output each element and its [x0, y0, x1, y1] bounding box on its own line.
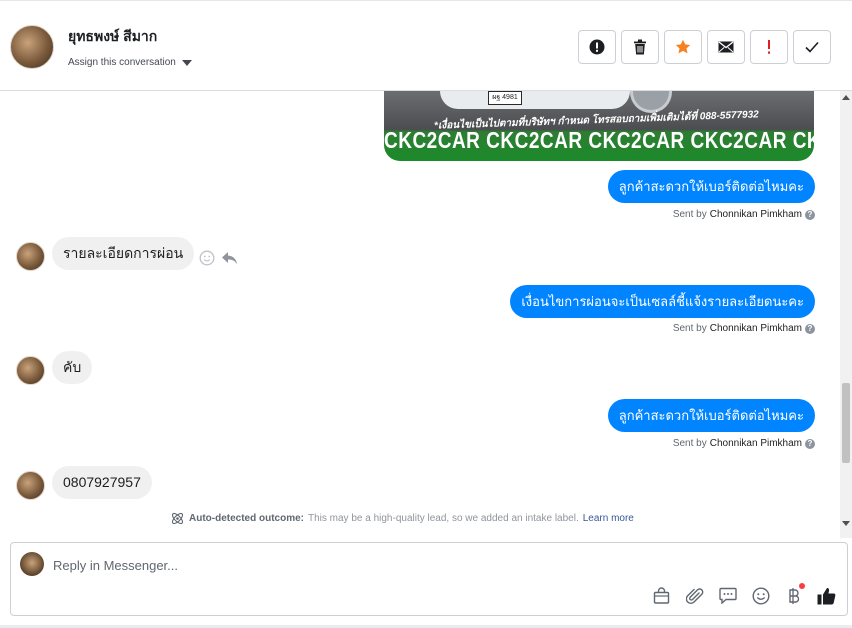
mark-unread-button[interactable]: [707, 30, 745, 64]
mark-done-button[interactable]: [793, 30, 831, 64]
follow-up-button[interactable]: [750, 30, 788, 64]
assign-conversation-dropdown[interactable]: Assign this conversation: [68, 57, 192, 68]
image-attachment[interactable]: ผฐ 4981 *เงื่อนไขเป็นไปตามที่บริษัทฯ กำห…: [384, 91, 814, 161]
trash-icon: [634, 39, 646, 55]
contact-name[interactable]: ยุทธพงษ์ สีมาก: [68, 26, 157, 48]
assign-conversation-label: Assign this conversation: [68, 57, 176, 68]
conversation-toolbar: [578, 30, 831, 64]
sender-avatar[interactable]: [16, 356, 45, 385]
incoming-message[interactable]: รายละเอียดการผ่อน: [52, 237, 195, 270]
envelope-icon: [718, 41, 734, 53]
exclamation-icon: [768, 40, 770, 54]
message-thread[interactable]: ผฐ 4981 *เงื่อนไขเป็นไปตามที่บริษัทฯ กำห…: [0, 91, 852, 538]
exclamation-circle-icon: [589, 39, 605, 55]
notice-text: This may be a high-quality lead, so we a…: [308, 513, 579, 524]
attachment-banner: CKC2CAR CKC2CAR CKC2CAR CKC2CAR CKC2: [384, 128, 814, 154]
paperclip-icon[interactable]: [684, 585, 705, 606]
sent-by-line: Sent by Chonnikan Pimkham ?: [673, 438, 815, 449]
reply-arrow-icon[interactable]: [221, 251, 238, 266]
incoming-message[interactable]: 0807927957: [52, 466, 152, 499]
react-emoji-icon[interactable]: [199, 250, 215, 266]
conversation-header: ยุทธพงษ์ สีมาก Assign this conversation: [0, 0, 852, 91]
outgoing-message[interactable]: ลูกค้าสะดวกให้เบอร์ติดต่อไหมคะ: [607, 170, 815, 203]
learn-more-link[interactable]: Learn more: [583, 513, 634, 524]
sender-name[interactable]: Chonnikan Pimkham: [710, 438, 802, 449]
shopping-bag-icon[interactable]: [651, 585, 672, 606]
reply-composer: [10, 542, 848, 616]
attachment-license-plate: ผฐ 4981: [488, 91, 522, 105]
scroll-up-arrow-icon[interactable]: [842, 95, 850, 100]
scroll-down-arrow-icon[interactable]: [842, 521, 850, 526]
atom-icon: [171, 512, 184, 525]
sender-name[interactable]: Chonnikan Pimkham: [710, 323, 802, 334]
message-actions: [199, 250, 238, 266]
notification-dot: [799, 583, 805, 589]
incoming-message[interactable]: คับ: [52, 351, 93, 384]
report-spam-button[interactable]: [578, 30, 616, 64]
composer-toolbar: [651, 583, 837, 606]
sent-by-prefix: Sent by: [672, 209, 707, 220]
baht-payment-icon[interactable]: [783, 583, 805, 606]
sent-by-prefix: Sent by: [672, 323, 707, 334]
outgoing-message[interactable]: เงื่อนไขการผ่อนจะเป็นเซลล์ชี้แจ้งรายละเอ…: [510, 285, 815, 318]
scroll-thumb[interactable]: [842, 383, 850, 463]
message-scrollbar[interactable]: [840, 91, 852, 538]
sender-avatar[interactable]: [16, 471, 45, 500]
reply-input[interactable]: [53, 552, 813, 578]
sent-by-line: Sent by Chonnikan Pimkham ?: [673, 323, 815, 334]
sender-name[interactable]: Chonnikan Pimkham: [710, 209, 802, 220]
caret-down-icon: [181, 59, 192, 66]
checkmark-icon: [805, 41, 819, 53]
star-button[interactable]: [664, 30, 702, 64]
sent-by-line: Sent by Chonnikan Pimkham ?: [673, 209, 815, 220]
outgoing-message[interactable]: ลูกค้าสะดวกให้เบอร์ติดต่อไหมคะ: [607, 399, 815, 432]
star-icon: [675, 39, 691, 54]
saved-reply-icon[interactable]: [717, 585, 738, 606]
auto-detected-outcome-notice: Auto-detected outcome: This may be a hig…: [170, 511, 634, 526]
sent-by-prefix: Sent by: [672, 438, 707, 449]
delete-button[interactable]: [621, 30, 659, 64]
help-icon[interactable]: ?: [805, 323, 815, 334]
thumbs-up-icon[interactable]: [816, 585, 837, 606]
page-avatar: [20, 552, 44, 576]
attachment-car-body: [440, 91, 630, 109]
help-icon[interactable]: ?: [805, 209, 815, 220]
contact-avatar[interactable]: [10, 25, 54, 69]
emoji-icon[interactable]: [750, 585, 771, 606]
help-icon[interactable]: ?: [805, 438, 815, 449]
notice-label: Auto-detected outcome:: [189, 513, 304, 524]
sender-avatar[interactable]: [16, 242, 45, 271]
